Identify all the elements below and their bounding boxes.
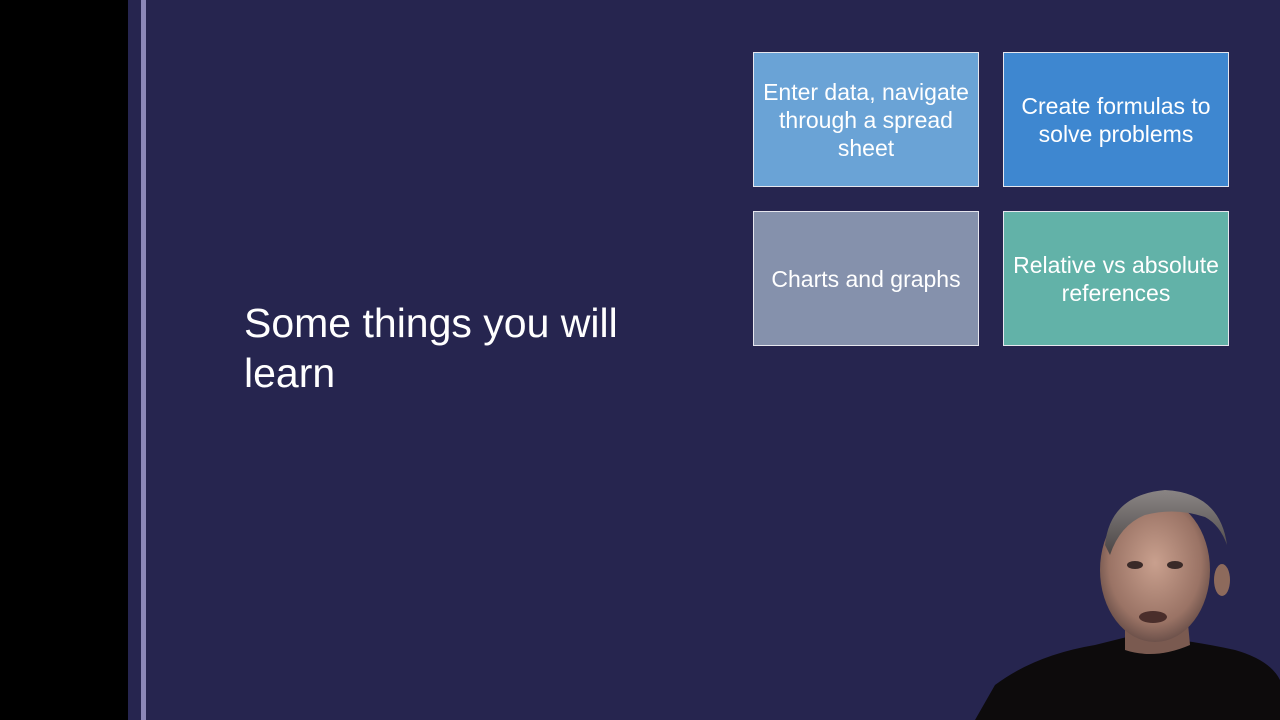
slide-accent-line [141,0,146,720]
presenter-silhouette [975,490,1280,720]
slide-title: Some things you will learn [244,300,618,396]
topic-tile-formulas: Create formulas to solve problems [1003,52,1229,187]
topic-tile-charts: Charts and graphs [753,211,979,346]
topic-tile-label: Relative vs absolute references [1013,251,1219,306]
topic-tile-label: Charts and graphs [771,265,961,292]
video-frame: Some things you will learn Enter data, n… [0,0,1280,720]
topic-tile-references: Relative vs absolute references [1003,211,1229,346]
presenter-webcam-overlay [975,485,1280,720]
topic-tile-label: Enter data, navigate through a spread sh… [763,78,969,161]
topic-tile-label: Create formulas to solve problems [1021,92,1211,147]
topic-tile-enter-data: Enter data, navigate through a spread sh… [753,52,979,187]
